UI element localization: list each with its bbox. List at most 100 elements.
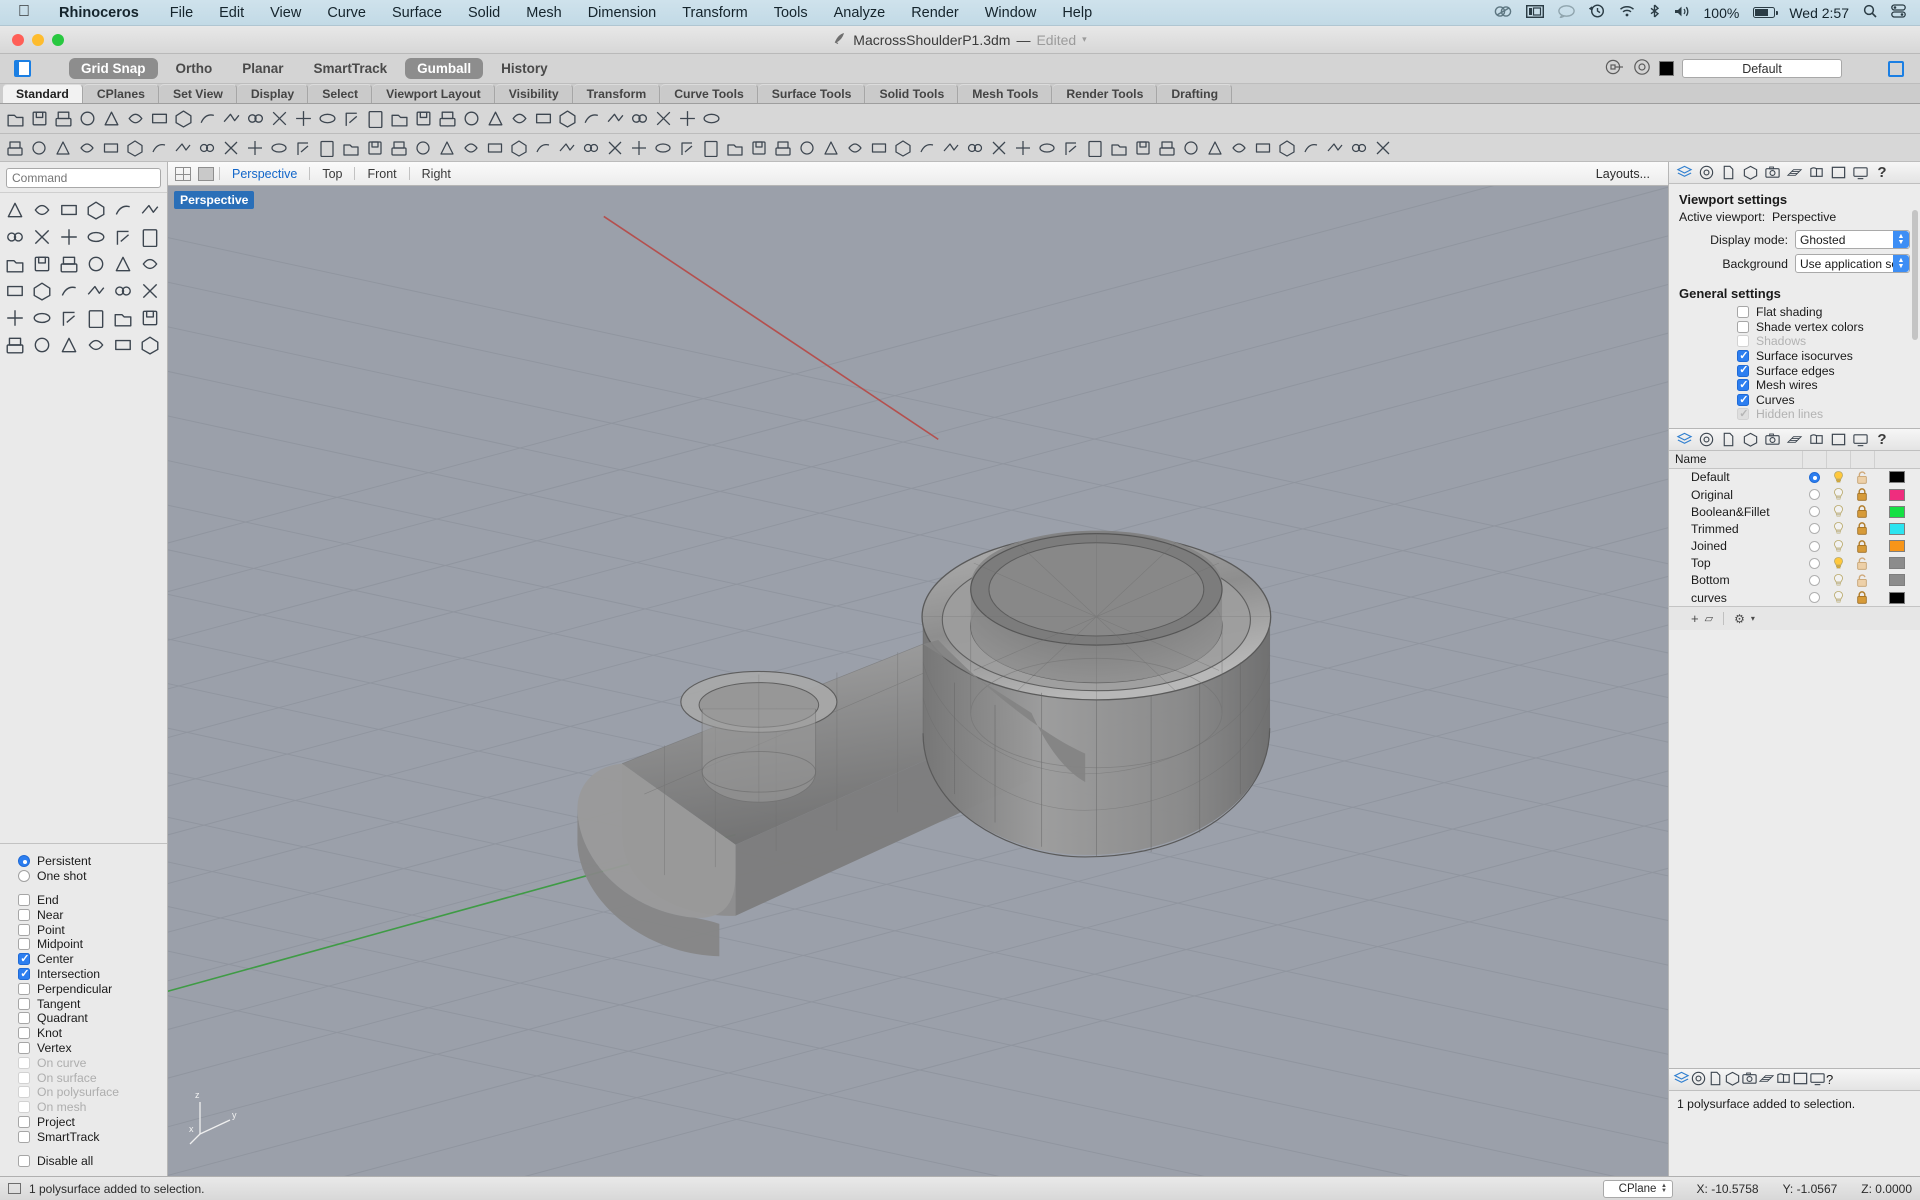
cut-icon[interactable] xyxy=(124,108,146,130)
gumball-settings-icon[interactable] xyxy=(1372,137,1394,159)
object-panel-icon[interactable] xyxy=(1739,429,1761,449)
menu-item-surface[interactable]: Surface xyxy=(379,5,455,21)
shaded-view-icon[interactable] xyxy=(436,108,458,130)
sidebar-toggle-icon[interactable] xyxy=(14,60,31,77)
object-panel-icon[interactable] xyxy=(1724,1070,1741,1090)
display-panel-icon[interactable] xyxy=(1809,1070,1826,1090)
torus-icon[interactable] xyxy=(652,137,674,159)
copy-icon[interactable] xyxy=(148,108,170,130)
materials-panel-icon[interactable] xyxy=(1758,1070,1775,1090)
tab-visibility[interactable]: Visibility xyxy=(495,84,573,103)
osnap-intersection[interactable]: Intersection xyxy=(18,967,167,982)
layer-row[interactable]: Top xyxy=(1669,555,1920,572)
sphere-icon[interactable] xyxy=(580,137,602,159)
circle-icon[interactable] xyxy=(100,137,122,159)
tab-set-view[interactable]: Set View xyxy=(159,84,237,103)
four-view-layout-icon[interactable] xyxy=(175,166,191,181)
layer-name[interactable]: Top xyxy=(1669,556,1802,570)
control-center-icon[interactable] xyxy=(1891,4,1906,21)
sweep1-icon[interactable] xyxy=(436,137,458,159)
layer-color-swatch[interactable] xyxy=(1874,591,1920,604)
analyze-icon[interactable] xyxy=(892,137,914,159)
layer-visibility-bulb-icon[interactable] xyxy=(1826,504,1850,519)
rotate-tool-icon[interactable] xyxy=(56,305,82,331)
select-objects-icon[interactable] xyxy=(2,197,28,223)
cylinder-icon[interactable] xyxy=(604,137,626,159)
osnap-midpoint[interactable]: Midpoint xyxy=(18,937,167,952)
layer-current-toggle[interactable] xyxy=(1802,523,1826,535)
lock-icon[interactable] xyxy=(508,108,530,130)
menu-item-file[interactable]: File xyxy=(157,5,206,21)
checkbox-indicator[interactable] xyxy=(18,1042,30,1055)
mirror-tool-icon[interactable] xyxy=(110,305,136,331)
extrude-surface-icon[interactable] xyxy=(56,251,82,277)
menu-item-dimension[interactable]: Dimension xyxy=(575,5,670,21)
solid-cylinder-icon[interactable] xyxy=(137,251,163,277)
layer-row[interactable]: Default xyxy=(1669,469,1920,486)
target-icon[interactable] xyxy=(1633,58,1651,79)
check-icon[interactable] xyxy=(940,137,962,159)
display-option-mesh-wires[interactable]: Mesh wires xyxy=(1679,378,1910,393)
osnap-mode-one-shot[interactable]: One shot xyxy=(18,869,167,884)
mesh-from-surface-icon[interactable] xyxy=(844,137,866,159)
checkbox-indicator[interactable] xyxy=(1737,320,1749,333)
select-arrow-icon[interactable] xyxy=(4,137,26,159)
control-point-curve-icon[interactable] xyxy=(137,197,163,223)
new-file-icon[interactable] xyxy=(4,108,26,130)
layer-visibility-bulb-icon[interactable] xyxy=(1826,539,1850,554)
zoom-target-icon[interactable] xyxy=(364,108,386,130)
point-light-icon[interactable] xyxy=(484,108,506,130)
maximize-window-button[interactable] xyxy=(52,33,64,46)
properties-icon[interactable] xyxy=(532,108,554,130)
polyline-tool-icon[interactable] xyxy=(56,197,82,223)
annotate-icon[interactable] xyxy=(2,305,28,331)
display-option-flat-shading[interactable]: Flat shading xyxy=(1679,305,1910,320)
hatch-icon[interactable] xyxy=(772,137,794,159)
osnap-smarttrack[interactable]: SmartTrack xyxy=(18,1129,167,1144)
point-icon[interactable] xyxy=(28,137,50,159)
layer-current-toggle[interactable] xyxy=(1802,592,1826,604)
tab-select[interactable]: Select xyxy=(309,84,373,103)
radio-indicator[interactable] xyxy=(1808,506,1820,518)
check-object-icon[interactable] xyxy=(83,332,109,358)
text-tool-icon[interactable] xyxy=(137,278,163,304)
checkbox-indicator[interactable] xyxy=(1737,349,1749,363)
surface-from-curves-icon[interactable] xyxy=(110,224,136,250)
checkbox-indicator[interactable] xyxy=(18,908,30,921)
tab-display[interactable]: Display xyxy=(237,84,309,103)
named-views-icon[interactable] xyxy=(412,108,434,130)
menu-item-render[interactable]: Render xyxy=(898,5,972,21)
radio-indicator[interactable] xyxy=(1808,489,1820,501)
mesh-tools-icon[interactable] xyxy=(83,278,109,304)
page-panel-icon[interactable] xyxy=(1717,429,1739,449)
clipping-plane-icon[interactable] xyxy=(110,332,136,358)
layer-color-swatch[interactable] xyxy=(1659,61,1674,76)
maximize-viewport-icon[interactable] xyxy=(460,108,482,130)
menu-item-help[interactable]: Help xyxy=(1049,5,1105,21)
layer-name[interactable]: curves xyxy=(1669,591,1802,605)
layer-row[interactable]: Bottom xyxy=(1669,572,1920,589)
menu-item-analyze[interactable]: Analyze xyxy=(821,5,899,21)
pan-icon[interactable] xyxy=(244,108,266,130)
sun-icon[interactable] xyxy=(652,108,674,130)
boolean-difference-icon[interactable] xyxy=(820,137,842,159)
print-icon[interactable] xyxy=(76,108,98,130)
polygon-icon[interactable] xyxy=(196,137,218,159)
page-panel-icon[interactable] xyxy=(1707,1070,1724,1090)
gumball-toggle[interactable]: Gumball xyxy=(405,58,484,79)
menu-item-mesh[interactable]: Mesh xyxy=(513,5,574,21)
rectangle-tool-icon[interactable] xyxy=(29,224,55,250)
record-history-icon[interactable] xyxy=(1605,58,1625,79)
checkbox-indicator[interactable] xyxy=(1737,306,1749,319)
flag-icon[interactable] xyxy=(1324,137,1346,159)
material-icon[interactable] xyxy=(676,108,698,130)
delete-layer-icon[interactable]: ▱ xyxy=(1705,612,1713,625)
save-icon[interactable] xyxy=(52,108,74,130)
dimension-icon[interactable] xyxy=(724,137,746,159)
box-icon[interactable] xyxy=(556,137,578,159)
layer-lock-icon[interactable] xyxy=(1850,521,1874,536)
viewport-tab-right[interactable]: Right xyxy=(410,162,463,185)
osnap-knot[interactable]: Knot xyxy=(18,1026,167,1041)
paint-icon[interactable] xyxy=(916,137,938,159)
layer-options-gear-icon[interactable]: ⚙ xyxy=(1734,612,1745,626)
